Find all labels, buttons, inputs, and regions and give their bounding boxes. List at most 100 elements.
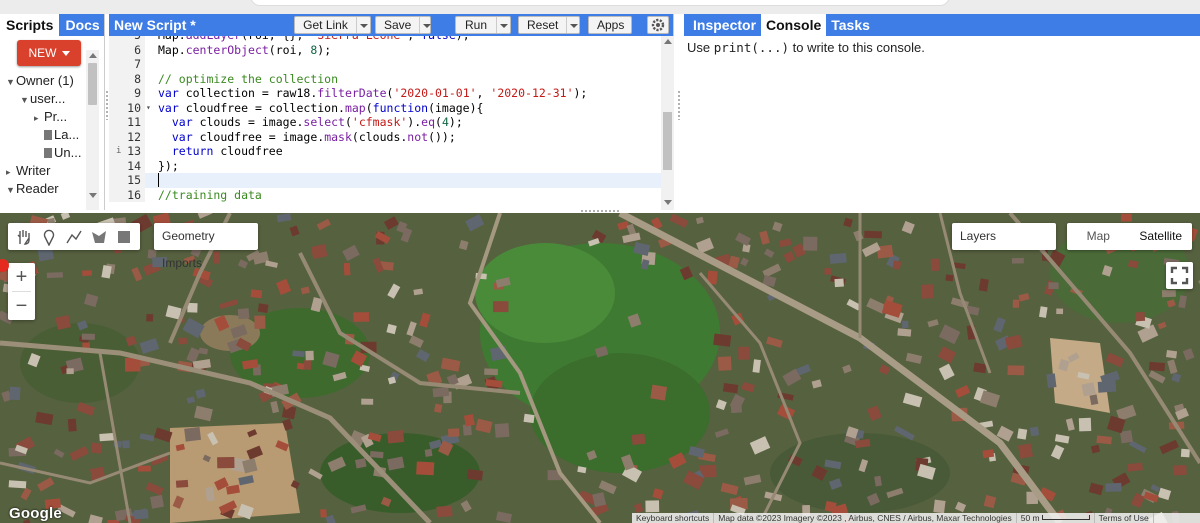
code-line[interactable]: 16 //training data <box>109 187 661 202</box>
zoom-in-button[interactable]: + <box>8 263 35 291</box>
expand-right-icon[interactable]: ▸ <box>34 109 44 127</box>
keyboard-shortcuts-link[interactable]: Keyboard shortcuts <box>632 513 715 523</box>
scroll-thumb[interactable] <box>88 63 97 105</box>
new-button[interactable]: NEW <box>17 40 81 66</box>
gear-icon <box>651 18 665 32</box>
building-roof <box>930 258 940 272</box>
building-roof <box>320 509 327 518</box>
address-bar[interactable] <box>250 0 950 6</box>
fullscreen-button[interactable] <box>1166 262 1193 289</box>
building-roof <box>150 494 164 509</box>
map-attribution: Keyboard shortcuts Map data ©2023 Imager… <box>632 513 1200 523</box>
scroll-up-icon[interactable] <box>89 53 97 58</box>
code-line[interactable]: 7 <box>109 57 661 72</box>
scroll-thumb[interactable] <box>663 112 672 170</box>
apps-label: Apps <box>597 18 625 32</box>
tree-item[interactable]: ▸ Writer <box>0 162 86 180</box>
scroll-down-icon[interactable] <box>89 193 97 198</box>
tab-console[interactable]: Console <box>761 14 827 36</box>
building-roof <box>213 251 220 264</box>
tab-tasks[interactable]: Tasks <box>826 14 875 36</box>
scroll-down-icon[interactable] <box>664 200 672 205</box>
building-roof <box>945 274 954 282</box>
output-tabs: Inspector Console Tasks <box>684 14 1200 36</box>
apps-button[interactable]: Apps <box>588 16 632 34</box>
building-roof <box>467 469 484 481</box>
get-link-label: Get Link <box>303 18 348 32</box>
code-line[interactable]: 10 ▾ var cloudfree = collection.map(functi… <box>109 100 661 116</box>
polygon-icon[interactable] <box>90 228 108 246</box>
run-button[interactable]: Run <box>455 16 511 34</box>
editor-toolbar: New Script * Get Link Save Run Reset App… <box>109 14 673 36</box>
reset-button[interactable]: Reset <box>518 16 580 34</box>
code-line[interactable]: 13 i return cloudfree <box>109 144 661 159</box>
rectangle-icon[interactable] <box>115 228 133 246</box>
save-button[interactable]: Save <box>375 16 431 34</box>
building-roof <box>353 312 370 322</box>
building-roof <box>416 461 435 476</box>
building-roof <box>1017 443 1034 459</box>
expand-right-icon[interactable]: ▸ <box>6 163 16 181</box>
code-area[interactable]: 5Map.addLayer(roi, {}, 'Sierra Leone', f… <box>109 36 661 210</box>
building-roof <box>1078 417 1092 432</box>
info-icon[interactable]: i <box>116 144 121 159</box>
editor-scrollbar[interactable] <box>661 36 674 210</box>
chevron-down-icon[interactable] <box>566 17 579 33</box>
chevron-down-icon[interactable] <box>356 17 370 33</box>
scroll-up-icon[interactable] <box>664 39 672 44</box>
settings-button[interactable] <box>647 16 669 34</box>
building-roof <box>1056 308 1064 315</box>
tab-docs[interactable]: Docs <box>59 14 105 36</box>
building-roof <box>257 303 269 314</box>
tree-item[interactable]: ▼Owner (1) <box>0 72 86 90</box>
map-type-satellite[interactable]: Satellite <box>1130 223 1193 250</box>
line-number: 6 <box>109 42 145 57</box>
scale-indicator[interactable]: 50 m <box>1017 513 1095 523</box>
tree-item[interactable]: La... <box>0 126 86 144</box>
hand-icon[interactable] <box>15 228 33 246</box>
polyline-icon[interactable] <box>65 228 83 246</box>
tree-item[interactable]: ▼Reader <box>0 180 86 198</box>
code-line[interactable]: 8 // optimize the collection <box>109 71 661 86</box>
code-text <box>145 173 159 188</box>
terms-link[interactable]: Terms of Use <box>1095 513 1154 523</box>
building-roof <box>921 284 934 299</box>
map-data-text: Map data ©2023 Imagery ©2023 , Airbus, C… <box>714 513 1017 523</box>
geometry-imports-button[interactable]: Geometry Imports <box>154 223 258 270</box>
fold-arrow-icon[interactable]: ▾ <box>146 101 151 116</box>
code-line[interactable]: 6 Map.centerObject(roi, 8); <box>109 42 661 57</box>
expand-down-icon[interactable]: ▼ <box>6 181 16 199</box>
code-line[interactable]: 14}); <box>109 158 661 173</box>
building-roof <box>1166 350 1178 359</box>
code-line[interactable]: 11 var clouds = image.select('cfmask').e… <box>109 115 661 130</box>
map-type-map[interactable]: Map <box>1067 223 1130 250</box>
chevron-down-icon[interactable] <box>496 17 510 33</box>
tab-inspector[interactable]: Inspector <box>688 14 761 36</box>
chevron-down-icon[interactable] <box>419 17 431 33</box>
tree-item[interactable]: ▸ Pr... <box>0 108 86 126</box>
building-roof <box>1029 426 1040 437</box>
marker-icon[interactable] <box>40 228 58 246</box>
code-line[interactable]: 15 <box>109 173 661 188</box>
tree-item[interactable]: ▼user... <box>0 90 86 108</box>
scale-bar <box>1041 515 1090 520</box>
expand-down-icon[interactable]: ▼ <box>20 91 30 109</box>
panel-splitter[interactable] <box>677 90 681 120</box>
expand-down-icon[interactable]: ▼ <box>6 73 16 91</box>
scripts-scrollbar[interactable] <box>86 50 99 210</box>
building-roof <box>1172 465 1187 476</box>
zoom-out-button[interactable]: − <box>8 292 35 320</box>
code-line[interactable]: 12 var cloudfree = image.mask(clouds.not… <box>109 129 661 144</box>
tab-scripts[interactable]: Scripts <box>0 14 60 36</box>
building-roof <box>361 398 374 405</box>
building-roof <box>1135 311 1146 322</box>
building-roof <box>523 413 535 424</box>
layers-button[interactable]: Layers <box>952 223 1056 250</box>
building-roof <box>1007 365 1025 376</box>
map-view[interactable]: Geometry Imports Layers Map Satellite + … <box>0 213 1200 523</box>
code-line[interactable]: 9 var collection = raw18.filterDate('2020… <box>109 86 661 101</box>
tree-item[interactable]: Un... <box>0 144 86 162</box>
building-roof <box>933 499 946 514</box>
building-roof <box>494 423 510 438</box>
get-link-button[interactable]: Get Link <box>294 16 371 34</box>
